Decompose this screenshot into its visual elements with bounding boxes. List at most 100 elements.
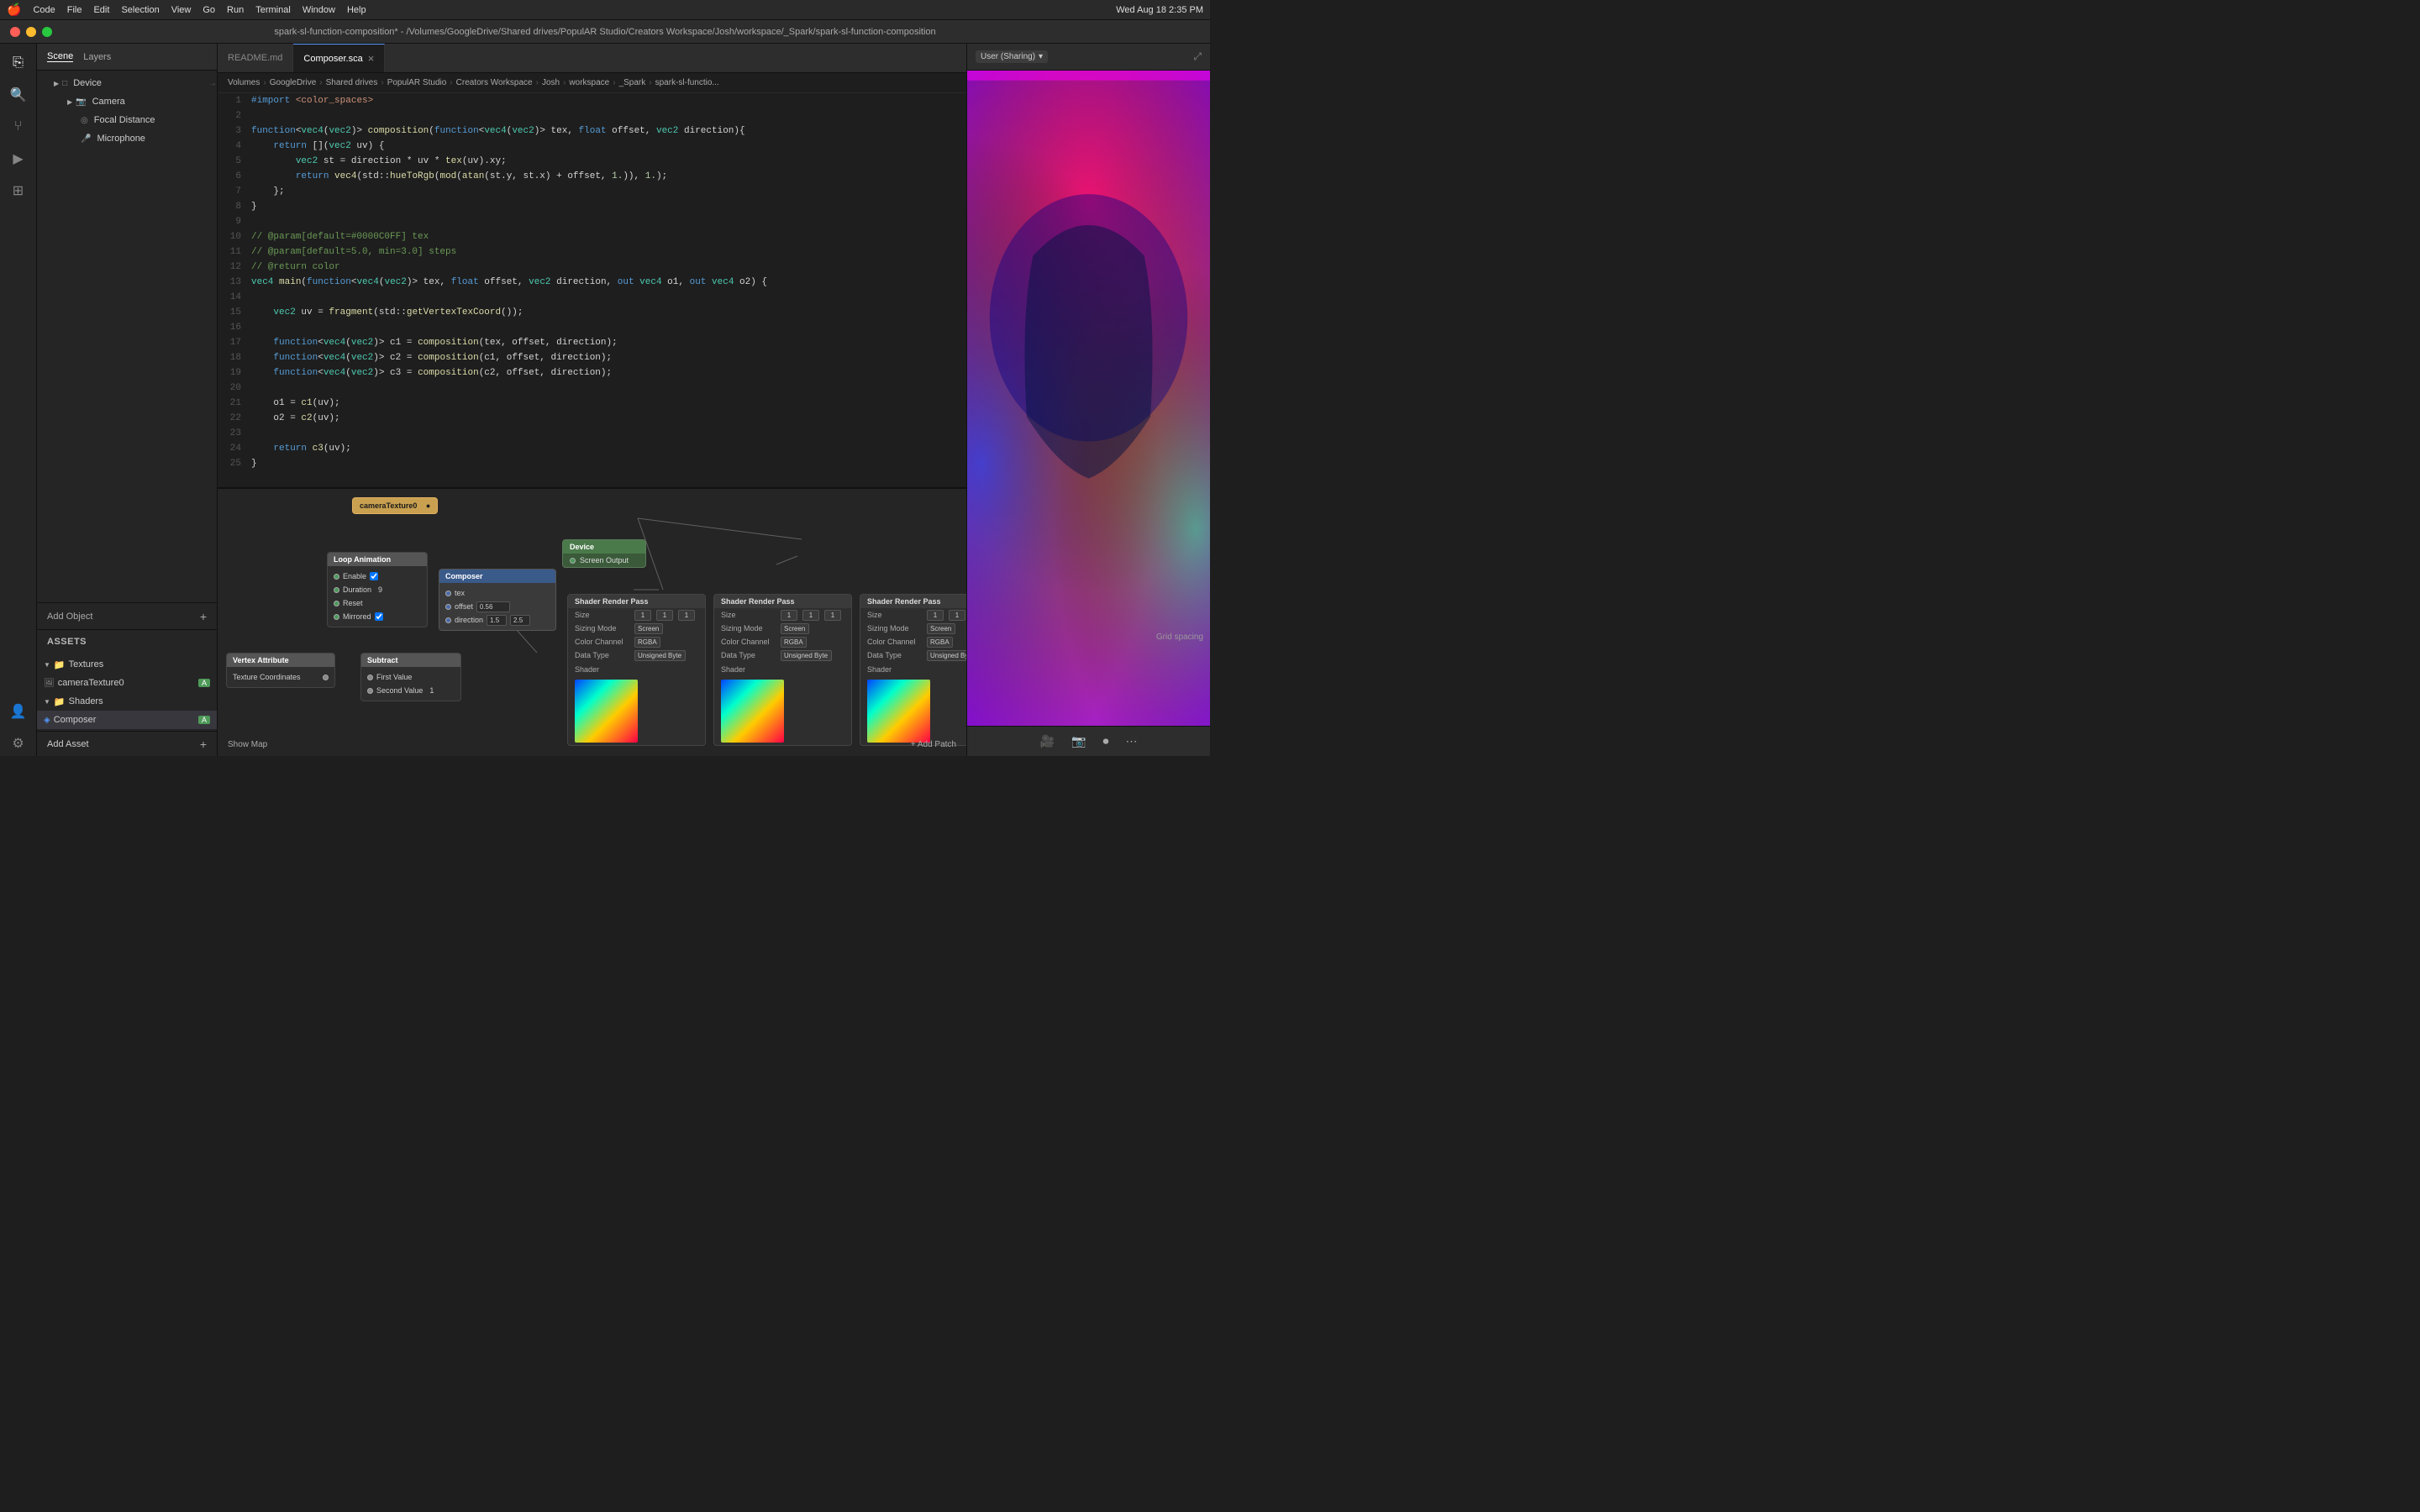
shader-pass-2[interactable]: Shader Render Pass Size Sizing Mode Scre… (713, 594, 852, 746)
menu-code[interactable]: Code (33, 5, 55, 15)
camera-node-port-right[interactable]: ● (426, 501, 430, 510)
shader-color-channel-select-3[interactable]: RGBA (927, 637, 953, 648)
assets-item-camera-texture[interactable]: 🖼 cameraTexture0 A (37, 674, 217, 692)
activity-icon-extensions[interactable]: ⊞ (6, 178, 31, 203)
shader-pass-1[interactable]: Shader Render Pass Size Sizing Mode Scre… (567, 594, 706, 746)
shader-size-h-3[interactable] (949, 610, 965, 621)
close-window-button[interactable] (10, 27, 20, 37)
menu-edit[interactable]: Edit (93, 5, 109, 15)
breadcrumb-workspace[interactable]: workspace (569, 78, 609, 87)
activity-icon-settings[interactable]: ⚙ (6, 731, 31, 756)
composer-direction-port[interactable] (445, 617, 451, 623)
shader-size-d-1[interactable] (678, 610, 695, 621)
preview-expand-icon[interactable]: ⤢ (1193, 50, 1202, 63)
maximize-window-button[interactable] (42, 27, 52, 37)
composer-offset-port[interactable] (445, 604, 451, 610)
shader-data-type-select-3[interactable]: Unsigned Byte (927, 650, 966, 661)
apple-menu-icon[interactable]: 🍎 (7, 3, 21, 17)
add-object-button[interactable]: + (200, 610, 207, 623)
tab-composer-close[interactable]: × (368, 53, 375, 64)
scene-item-focal-distance[interactable]: ◎ Focal Distance (37, 111, 217, 129)
window-controls[interactable] (10, 27, 52, 37)
menu-selection[interactable]: Selection (121, 5, 159, 15)
scene-item-device[interactable]: ▶ □ Device → (37, 74, 217, 92)
breadcrumb-spark[interactable]: _Spark (619, 78, 646, 87)
show-map-button[interactable]: Show Map (228, 740, 267, 749)
composer-direction-x-input[interactable] (487, 615, 507, 626)
menu-terminal[interactable]: Terminal (255, 5, 291, 15)
shader-size-h-1[interactable] (656, 610, 673, 621)
menu-go[interactable]: Go (203, 5, 215, 15)
activity-icon-account[interactable]: 👤 (6, 699, 31, 724)
tab-readme[interactable]: README.md (218, 44, 293, 72)
shader-size-h-2[interactable] (802, 610, 819, 621)
menu-run[interactable]: Run (227, 5, 244, 15)
device-output-port[interactable] (570, 558, 576, 564)
vertex-attr-output-port[interactable] (323, 675, 329, 680)
loop-animation-node[interactable]: Loop Animation Enable Duration 9 Reset (327, 552, 428, 627)
more-options-icon[interactable]: ⋯ (1125, 734, 1137, 748)
loop-enable-checkbox[interactable] (370, 572, 378, 580)
record-icon[interactable]: ⏺ (1102, 734, 1108, 748)
vertex-attribute-node[interactable]: Vertex Attribute Texture Coordinates (226, 653, 335, 688)
scene-tab[interactable]: Scene (47, 51, 73, 62)
scene-item-microphone[interactable]: 🎤 Microphone (37, 129, 217, 148)
shader-data-type-select-2[interactable]: Unsigned Byte (781, 650, 832, 661)
menu-help[interactable]: Help (347, 5, 366, 15)
breadcrumb-spark-func[interactable]: spark-sl-functio... (655, 78, 719, 87)
layers-tab[interactable]: Layers (83, 52, 111, 62)
screenshot-icon[interactable]: 📷 (1071, 734, 1086, 748)
loop-duration-port[interactable] (334, 587, 339, 593)
activity-icon-source-control[interactable]: ⑂ (6, 114, 31, 139)
assets-header[interactable]: Assets (37, 630, 217, 654)
shader-data-type-select-1[interactable]: Unsigned Byte (634, 650, 686, 661)
assets-item-textures-folder[interactable]: ▼ 📁 Textures (37, 655, 217, 674)
activity-icon-run[interactable]: ▶ (6, 146, 31, 171)
shader-pass-3-color: Color Channel RGBA (860, 635, 966, 648)
loop-reset-port[interactable] (334, 601, 339, 606)
loop-enable-port[interactable] (334, 574, 339, 580)
shader-pass-3[interactable]: Shader Render Pass Size Sizing Mode Scre… (860, 594, 966, 746)
activity-icon-search[interactable]: 🔍 (6, 82, 31, 108)
shader-sizing-mode-select-2[interactable]: Screen (781, 623, 809, 634)
minimize-window-button[interactable] (26, 27, 36, 37)
breadcrumb-popular[interactable]: PopulAR Studio (387, 78, 447, 87)
shader-color-channel-select-2[interactable]: RGBA (781, 637, 807, 648)
add-asset-button[interactable]: + (200, 738, 207, 751)
camera-view-icon[interactable]: 🎥 (1040, 734, 1055, 748)
user-sharing-dropdown[interactable]: User (Sharing) ▾ (976, 50, 1048, 63)
camera-texture-node[interactable]: cameraTexture0 ● (352, 497, 438, 514)
shader-sizing-mode-select-1[interactable]: Screen (634, 623, 663, 634)
composer-tex-port[interactable] (445, 591, 451, 596)
loop-mirrored-port[interactable] (334, 614, 339, 620)
shader-size-w-1[interactable] (634, 610, 651, 621)
add-patch-button[interactable]: + Add Patch (911, 740, 956, 749)
composer-offset-input[interactable] (476, 601, 510, 612)
menu-file[interactable]: File (67, 5, 82, 15)
subtract-first-port[interactable] (367, 675, 373, 680)
shader-size-w-3[interactable] (927, 610, 944, 621)
node-graph[interactable]: cameraTexture0 ● Loop Animation Enable D… (218, 489, 966, 756)
assets-item-shaders-folder[interactable]: ▼ 📁 Shaders (37, 692, 217, 711)
tab-composer[interactable]: Composer.sca × (293, 44, 385, 72)
shader-sizing-mode-select-3[interactable]: Screen (927, 623, 955, 634)
shader-size-d-2[interactable] (824, 610, 841, 621)
assets-item-composer[interactable]: ◈ Composer A (37, 711, 217, 729)
breadcrumb-creators[interactable]: Creators Workspace (456, 78, 533, 87)
breadcrumb-josh[interactable]: Josh (542, 78, 560, 87)
shader-color-channel-select-1[interactable]: RGBA (634, 637, 660, 648)
scene-item-camera[interactable]: ▶ 📷 Camera (37, 92, 217, 111)
composer-node[interactable]: Composer tex offset direction (439, 569, 556, 631)
device-screen-output-node[interactable]: Device Screen Output (562, 539, 646, 568)
loop-mirrored-checkbox[interactable] (375, 612, 383, 621)
breadcrumb-shared[interactable]: Shared drives (326, 78, 378, 87)
menu-window[interactable]: Window (302, 5, 335, 15)
menu-view[interactable]: View (171, 5, 192, 15)
activity-icon-explorer[interactable]: ⎘ (6, 50, 31, 76)
breadcrumb-googledrive[interactable]: GoogleDrive (270, 78, 317, 87)
subtract-second-port[interactable] (367, 688, 373, 694)
shader-size-w-2[interactable] (781, 610, 797, 621)
subtract-node[interactable]: Subtract First Value Second Value 1 (360, 653, 461, 701)
composer-direction-y-input[interactable] (510, 615, 530, 626)
breadcrumb-volumes[interactable]: Volumes (228, 78, 260, 87)
